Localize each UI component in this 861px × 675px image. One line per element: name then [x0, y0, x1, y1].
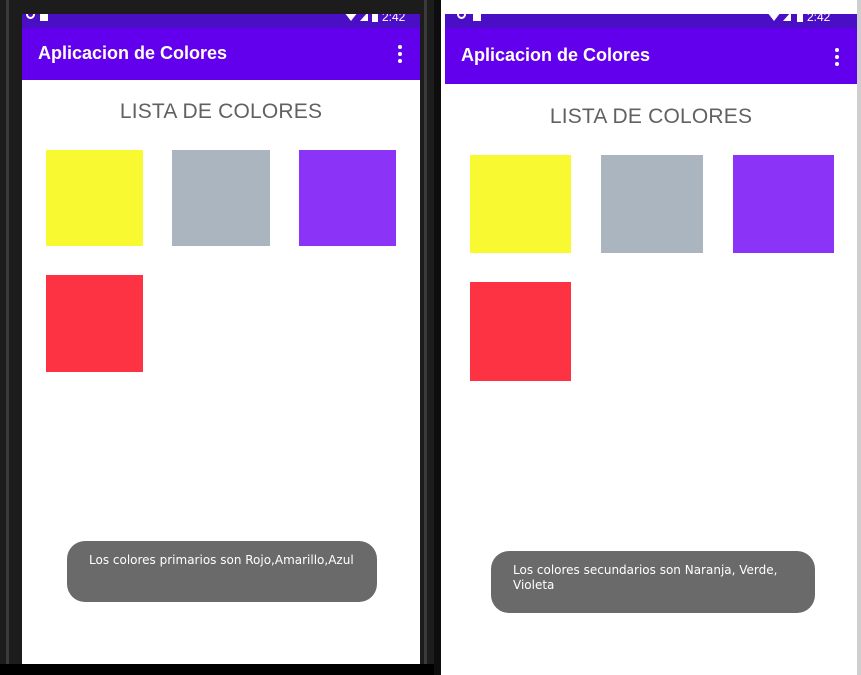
- sim-icon: [473, 14, 481, 21]
- app-title: Aplicacion de Colores: [461, 45, 651, 65]
- status-bar: 2:42: [445, 14, 857, 28]
- left-phone-frame: 2:42 Aplicacion de Colores LISTA DE COLO…: [0, 0, 434, 675]
- right-screen: 2:42 Aplicacion de Colores LISTA DE COLO…: [445, 14, 857, 675]
- battery-icon: [797, 14, 803, 22]
- color-swatch-yellow[interactable]: [46, 150, 143, 246]
- color-swatch-gray[interactable]: [172, 150, 270, 246]
- color-swatch-red[interactable]: [470, 282, 571, 381]
- divider: [434, 0, 441, 675]
- phone-edge: [424, 0, 427, 675]
- toast-message: Los colores primarios son Rojo,Amarillo,…: [67, 541, 377, 602]
- right-phone-frame: 2:42 Aplicacion de Colores LISTA DE COLO…: [441, 0, 861, 675]
- wifi-icon: [767, 14, 781, 21]
- status-time: 2:42: [807, 14, 831, 24]
- color-swatch-purple[interactable]: [733, 155, 834, 253]
- more-options-icon[interactable]: [832, 48, 842, 66]
- sim-icon: [40, 14, 48, 21]
- status-bar: 2:42: [22, 14, 420, 28]
- color-swatch-gray[interactable]: [601, 155, 703, 253]
- signal-icon: [360, 14, 368, 21]
- list-title: LISTA DE COLORES: [119, 100, 323, 123]
- app-bar: Aplicacion de Colores: [22, 28, 420, 80]
- color-swatch-purple[interactable]: [299, 150, 396, 246]
- battery-icon: [372, 14, 378, 22]
- notification-icon: [26, 14, 35, 19]
- phone-edge: [857, 0, 861, 675]
- left-screen: 2:42 Aplicacion de Colores LISTA DE COLO…: [22, 14, 420, 664]
- wifi-icon: [344, 14, 358, 21]
- list-title: LISTA DE COLORES: [549, 105, 753, 128]
- notification-icon: [457, 14, 466, 19]
- signal-icon: [783, 14, 791, 21]
- phone-bottom-bezel: [0, 664, 434, 675]
- color-swatch-yellow[interactable]: [470, 155, 571, 253]
- status-time: 2:42: [382, 14, 406, 24]
- more-options-icon[interactable]: [395, 45, 405, 63]
- toast-message: Los colores secundarios son Naranja, Ver…: [491, 551, 815, 613]
- app-bar: Aplicacion de Colores: [445, 28, 857, 84]
- color-swatch-red[interactable]: [46, 275, 143, 372]
- app-title: Aplicacion de Colores: [38, 43, 228, 63]
- phone-edge: [6, 0, 9, 675]
